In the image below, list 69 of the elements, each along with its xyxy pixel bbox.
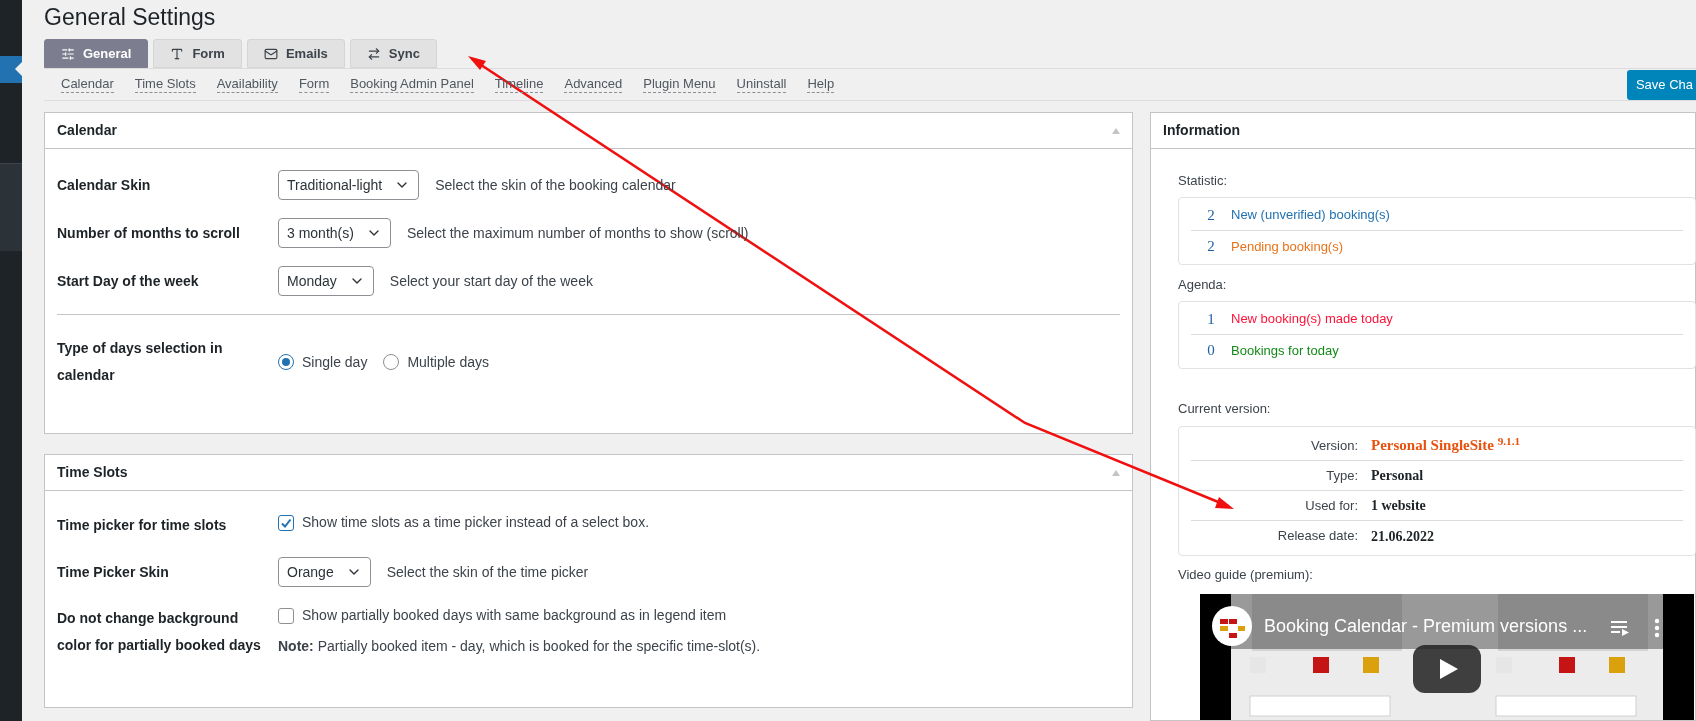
group-heading: Agenda: — [1178, 276, 1228, 294]
select-field[interactable]: Traditional-light — [278, 170, 420, 200]
setting-label: Do not change background color for partially booked days — [57, 609, 262, 655]
setting-label: Start Day of the week — [57, 271, 200, 291]
version-value: 1 website — [1370, 497, 1426, 515]
tab[interactable]: Form — [153, 39, 242, 68]
panel-title: Calendar — [57, 121, 117, 140]
group-heading: Current version: — [1178, 400, 1272, 418]
playlist-icon[interactable] — [1611, 620, 1629, 636]
text-icon — [170, 46, 185, 61]
subnav-link[interactable]: Form — [298, 76, 330, 93]
save-button[interactable]: Save Cha — [1626, 69, 1696, 100]
version-value: Personal — [1370, 467, 1424, 485]
swap-arrows-icon — [366, 46, 381, 61]
count-value: 2 — [1206, 205, 1216, 225]
radio-label: Single day — [302, 352, 368, 372]
subnav-link[interactable]: Uninstall — [736, 76, 787, 93]
checkbox[interactable] — [278, 607, 294, 624]
subnav-link[interactable]: Advanced — [564, 76, 623, 93]
stat-link[interactable]: New booking(s) made today — [1231, 309, 1393, 329]
subnav-link[interactable]: Booking Admin Panel — [350, 76, 474, 93]
more-icon[interactable] — [1654, 618, 1660, 638]
note-text: Note: Partially booked item - day, which is booked for the specific time-slot(s). — [278, 637, 761, 656]
group-heading: Video guide (premium): — [1178, 566, 1314, 584]
collapse-icon[interactable] — [1112, 127, 1120, 134]
help-text: Select the skin of the time picker — [386, 562, 589, 582]
stat-link[interactable]: Bookings for today — [1231, 340, 1339, 361]
page-title: General Settings — [44, 3, 217, 32]
group-heading: Statistic: — [1178, 172, 1229, 190]
channel-avatar-icon — [1212, 606, 1252, 646]
setting-label: Time Picker Skin — [57, 562, 170, 582]
setting-label: Type of days selection in calendar — [57, 339, 224, 385]
play-button[interactable] — [1413, 645, 1481, 693]
radio-button[interactable] — [278, 354, 294, 370]
subnav-link[interactable]: Calendar — [61, 76, 114, 93]
panel-title: Information — [1163, 121, 1240, 140]
subnav-link[interactable]: Plugin Menu — [643, 76, 716, 93]
radio-button[interactable] — [383, 354, 400, 370]
checkbox-label: Show partially booked days with same background as in legend item — [302, 606, 727, 625]
mail-icon — [263, 46, 278, 61]
setting-label: Calendar Skin — [57, 175, 152, 195]
select-field[interactable]: Monday — [278, 266, 374, 296]
collapse-icon[interactable] — [1112, 469, 1120, 476]
checkbox[interactable] — [278, 514, 294, 531]
select-field[interactable]: 3 month(s) — [278, 218, 391, 248]
checkbox-label: Show time slots as a time picker instead of a select box. — [302, 513, 650, 532]
setting-label: Number of months to scroll — [57, 223, 241, 243]
version-label: Used for: — [1304, 496, 1359, 515]
version-label: Version: — [1310, 436, 1359, 455]
version-value: 21.06.2022 — [1370, 527, 1434, 546]
radio-label: Multiple days — [407, 352, 490, 372]
tab[interactable]: General — [44, 39, 149, 68]
help-text: Select your start day of the week — [389, 271, 593, 291]
stat-link[interactable]: New (unverified) booking(s) — [1231, 205, 1390, 225]
panel-title: Time Slots — [57, 463, 128, 482]
subnav-link[interactable]: Help — [807, 76, 835, 93]
sliders-icon — [61, 46, 75, 61]
version-value: Personal SingleSite $^{9.1.1}$ — [1370, 434, 1521, 456]
count-value: 1 — [1206, 309, 1216, 329]
version-label: Type: — [1325, 466, 1359, 485]
tab[interactable]: Sync — [349, 39, 437, 68]
setting-label: Time picker for time slots — [57, 516, 228, 535]
count-value: 2 — [1206, 237, 1216, 257]
subnav-link[interactable]: Availability — [216, 76, 278, 93]
tab[interactable]: Emails — [246, 39, 345, 68]
version-label: Release date: — [1276, 527, 1359, 546]
count-value: 0 — [1206, 341, 1216, 361]
subnav-link[interactable]: Time Slots — [134, 76, 196, 93]
select-field[interactable]: Orange — [278, 557, 371, 587]
